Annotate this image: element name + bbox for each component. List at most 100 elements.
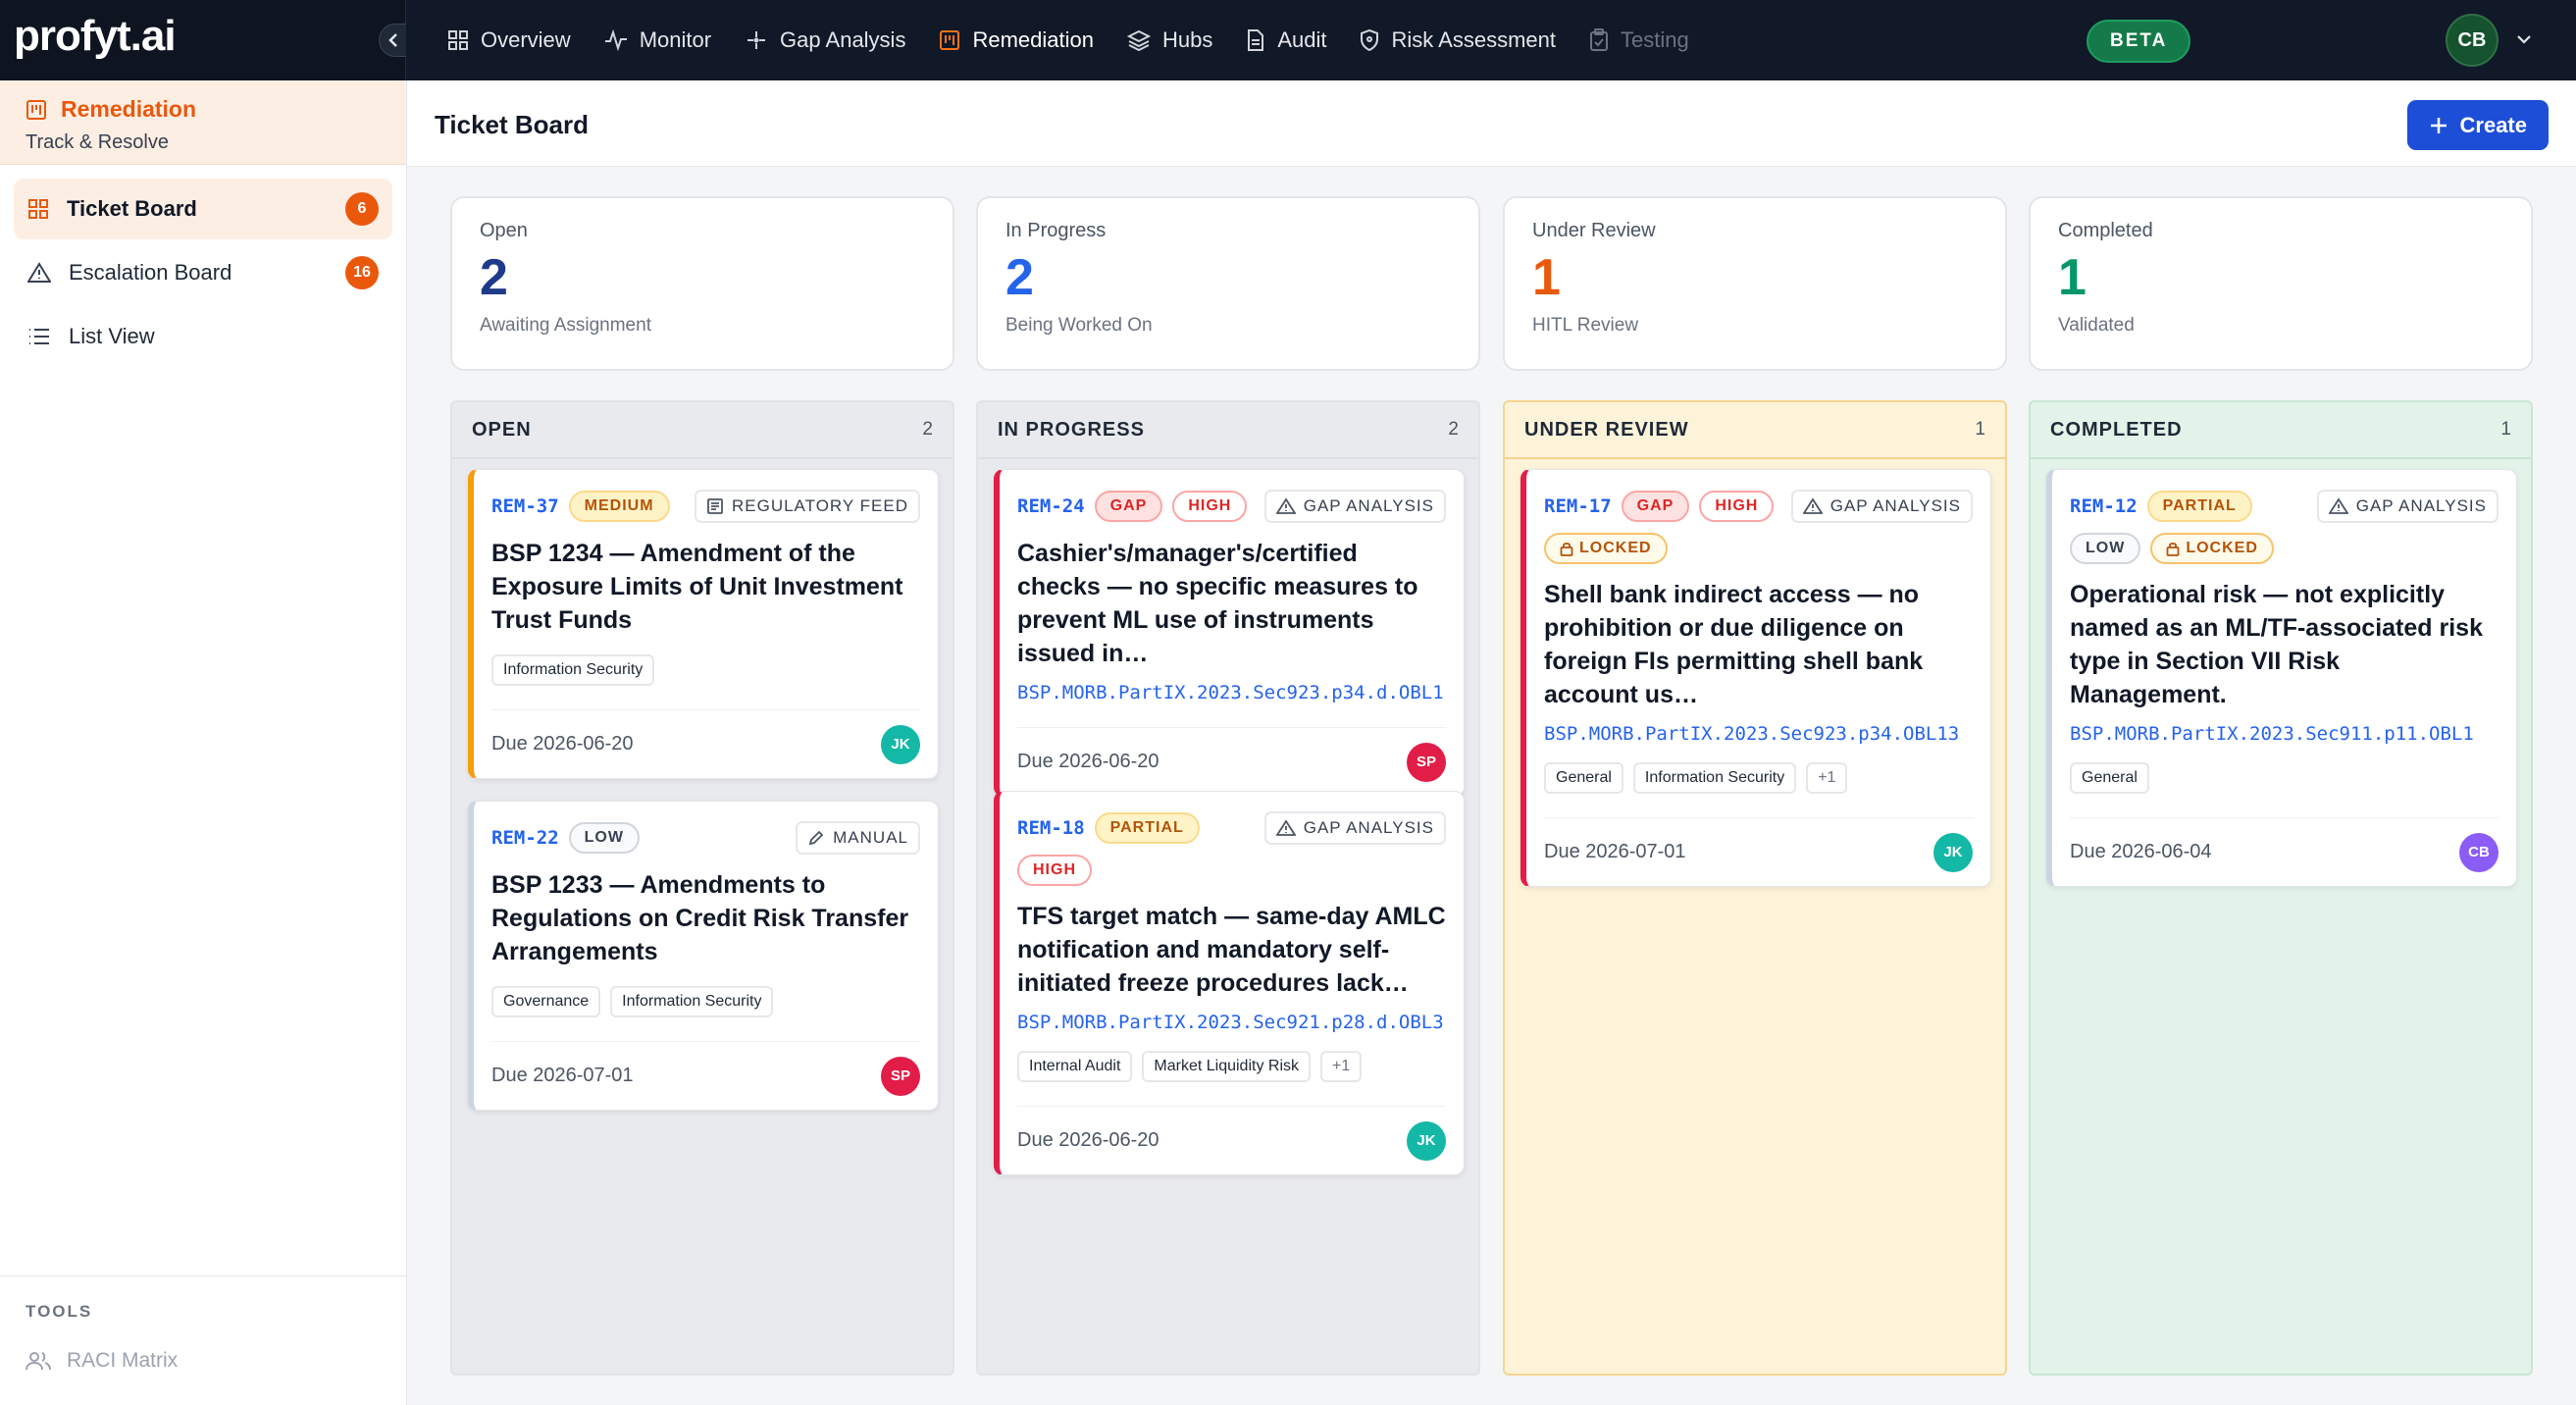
- nav-risk-assessment[interactable]: Risk Assessment: [1360, 0, 1556, 80]
- sidebar-title-text: Remediation: [61, 96, 197, 122]
- ticket-id[interactable]: REM-17: [1544, 495, 1612, 517]
- ticket-id[interactable]: REM-24: [1017, 495, 1085, 517]
- brand-logo: profyt.ai: [14, 12, 177, 60]
- column-in-progress: IN PROGRESS 2 REM-24 GAP HIGH GAP ANALYS…: [976, 400, 1480, 1376]
- warning-icon: [1275, 819, 1296, 836]
- ticket-card-rem-12[interactable]: REM-12 PARTIAL GAP ANALYSIS LOW LOCKED O…: [2046, 469, 2517, 887]
- ticket-id[interactable]: REM-37: [491, 495, 559, 517]
- column-count: 1: [1975, 419, 1985, 440]
- column-title: OPEN: [472, 418, 532, 441]
- column-under-review: UNDER REVIEW 1 REM-17 GAP HIGH GAP ANALY…: [1503, 400, 2007, 1376]
- nav-label: Risk Assessment: [1391, 27, 1556, 52]
- ticket-card-rem-24[interactable]: REM-24 GAP HIGH GAP ANALYSIS Cashier's/m…: [994, 469, 1465, 797]
- plus-icon: [2430, 117, 2447, 133]
- nav-overview[interactable]: Overview: [447, 0, 571, 80]
- ticket-card-rem-17[interactable]: REM-17 GAP HIGH GAP ANALYSIS LOCKED Shel…: [1520, 469, 1991, 887]
- column-header: COMPLETED 1: [2031, 402, 2531, 459]
- ticket-title: TFS target match — same-day AMLC notific…: [1017, 903, 1446, 997]
- tag: Governance: [491, 986, 601, 1017]
- sidebar-item-label: Escalation Board: [69, 260, 232, 285]
- warning-icon: [1275, 497, 1296, 514]
- source-label: REGULATORY FEED: [731, 496, 908, 515]
- stat-value: 1: [2058, 249, 2087, 306]
- column-title: COMPLETED: [2050, 418, 2183, 441]
- sidebar-item-list-view[interactable]: List View: [14, 306, 392, 367]
- more-tags[interactable]: +1: [1806, 762, 1848, 794]
- due-date: Due 2026-07-01: [1544, 841, 1686, 862]
- nav-label: Gap Analysis: [780, 27, 906, 52]
- ticket-card-rem-37[interactable]: REM-37 MEDIUM REGULATORY FEED BSP 1234 —…: [468, 469, 939, 779]
- column-title: UNDER REVIEW: [1524, 418, 1689, 441]
- stat-label: Under Review: [1532, 220, 1656, 241]
- warning-icon: [1802, 497, 1823, 514]
- card-footer: Due 2026-06-20 JK: [491, 709, 920, 778]
- status-badge: PARTIAL: [1094, 812, 1200, 844]
- chevron-left-icon: [387, 33, 397, 47]
- ticket-title: Cashier's/manager's/certified checks — n…: [1017, 540, 1418, 667]
- nav-audit[interactable]: Audit: [1246, 0, 1326, 80]
- tag: General: [1544, 762, 1623, 794]
- stat-value: 2: [1005, 249, 1034, 306]
- obligation-reference[interactable]: BSP.MORB.PartIX.2023.Sec923.p34.d.OBL1: [1017, 682, 1446, 703]
- sidebar-menu: Ticket Board 6 Escalation Board 16 List …: [0, 165, 406, 384]
- tag: Information Security: [491, 654, 655, 686]
- sidebar-item-escalation-board[interactable]: Escalation Board 16: [14, 242, 392, 303]
- list-icon: [29, 329, 49, 344]
- top-navbar: profyt.ai Overview Monitor Gap Analysis …: [0, 0, 2576, 80]
- severity-badge: HIGH: [1017, 855, 1092, 886]
- obligation-reference[interactable]: BSP.MORB.PartIX.2023.Sec923.p34.OBL13: [1544, 723, 1973, 745]
- chevron-down-icon[interactable]: [2514, 29, 2534, 49]
- severity-badge: HIGH: [1699, 491, 1775, 522]
- ticket-id[interactable]: REM-12: [2070, 495, 2138, 517]
- sidebar-item-label: Ticket Board: [67, 196, 197, 221]
- tag: Internal Audit: [1017, 1051, 1133, 1082]
- status-badge: GAP: [1621, 491, 1690, 522]
- grid-icon: [448, 30, 468, 50]
- due-date: Due 2026-06-20: [1017, 751, 1159, 772]
- card-meta-row-2: LOW LOCKED: [2070, 533, 2499, 564]
- stat-card-in-progress: In Progress 2 Being Worked On: [976, 196, 1480, 371]
- ticket-id[interactable]: REM-22: [491, 827, 559, 849]
- sidebar-item-ticket-board[interactable]: Ticket Board 6: [14, 179, 392, 239]
- source-badge: GAP ANALYSIS: [1263, 811, 1446, 845]
- main-nav: Overview Monitor Gap Analysis Remediatio…: [447, 0, 1689, 80]
- card-meta: REM-18 PARTIAL GAP ANALYSIS: [1017, 811, 1446, 845]
- source-badge: GAP ANALYSIS: [1263, 490, 1446, 523]
- nav-gap-analysis[interactable]: Gap Analysis: [745, 0, 905, 80]
- nav-hubs[interactable]: Hubs: [1126, 0, 1212, 80]
- newspaper-icon: [707, 498, 723, 514]
- obligation-reference[interactable]: BSP.MORB.PartIX.2023.Sec921.p28.d.OBL3: [1017, 1012, 1446, 1033]
- obligation-reference[interactable]: BSP.MORB.PartIX.2023.Sec911.p11.OBL1: [2070, 723, 2499, 745]
- column-completed: COMPLETED 1 REM-12 PARTIAL GAP ANALYSIS …: [2029, 400, 2533, 1376]
- assignee-avatar[interactable]: JK: [1407, 1120, 1446, 1161]
- sidebar-item-raci-matrix[interactable]: RACI Matrix: [26, 1349, 381, 1373]
- status-badge: PARTIAL: [2146, 491, 2252, 522]
- nav-testing[interactable]: Testing: [1589, 0, 1689, 80]
- tag: Information Security: [610, 986, 774, 1017]
- collapse-sidebar-button[interactable]: [379, 24, 406, 57]
- tools-heading: TOOLS: [26, 1302, 93, 1321]
- nav-monitor[interactable]: Monitor: [604, 0, 711, 80]
- count-badge: 16: [345, 256, 379, 289]
- user-avatar[interactable]: CB: [2446, 14, 2499, 67]
- ticket-title: Shell bank indirect access — no prohibit…: [1544, 581, 1924, 708]
- clipboard-icon: [940, 30, 960, 50]
- assignee-avatar[interactable]: JK: [881, 724, 920, 764]
- assignee-avatar[interactable]: CB: [2459, 832, 2499, 872]
- card-footer: Due 2026-07-01 JK: [1544, 817, 1973, 886]
- ticket-card-rem-18[interactable]: REM-18 PARTIAL GAP ANALYSIS HIGH TFS tar…: [994, 791, 1465, 1175]
- assignee-avatar[interactable]: SP: [881, 1056, 920, 1096]
- more-tags[interactable]: +1: [1320, 1051, 1363, 1082]
- assignee-avatar[interactable]: JK: [1933, 832, 1973, 872]
- assignee-avatar[interactable]: SP: [1407, 742, 1446, 782]
- card-footer: Due 2026-06-04 CB: [2070, 817, 2499, 886]
- shield-icon: [1361, 28, 1379, 52]
- page-header: Ticket Board Create: [407, 80, 2576, 167]
- ticket-card-rem-22[interactable]: REM-22 LOW MANUAL BSP 1233 — Amendments …: [468, 801, 939, 1111]
- card-meta: REM-12 PARTIAL GAP ANALYSIS: [2070, 490, 2499, 523]
- stat-subtitle: Awaiting Assignment: [480, 315, 651, 336]
- ticket-id[interactable]: REM-18: [1017, 817, 1085, 839]
- create-button[interactable]: Create: [2406, 100, 2549, 150]
- nav-remediation[interactable]: Remediation: [939, 0, 1094, 80]
- users-icon: [26, 1352, 51, 1371]
